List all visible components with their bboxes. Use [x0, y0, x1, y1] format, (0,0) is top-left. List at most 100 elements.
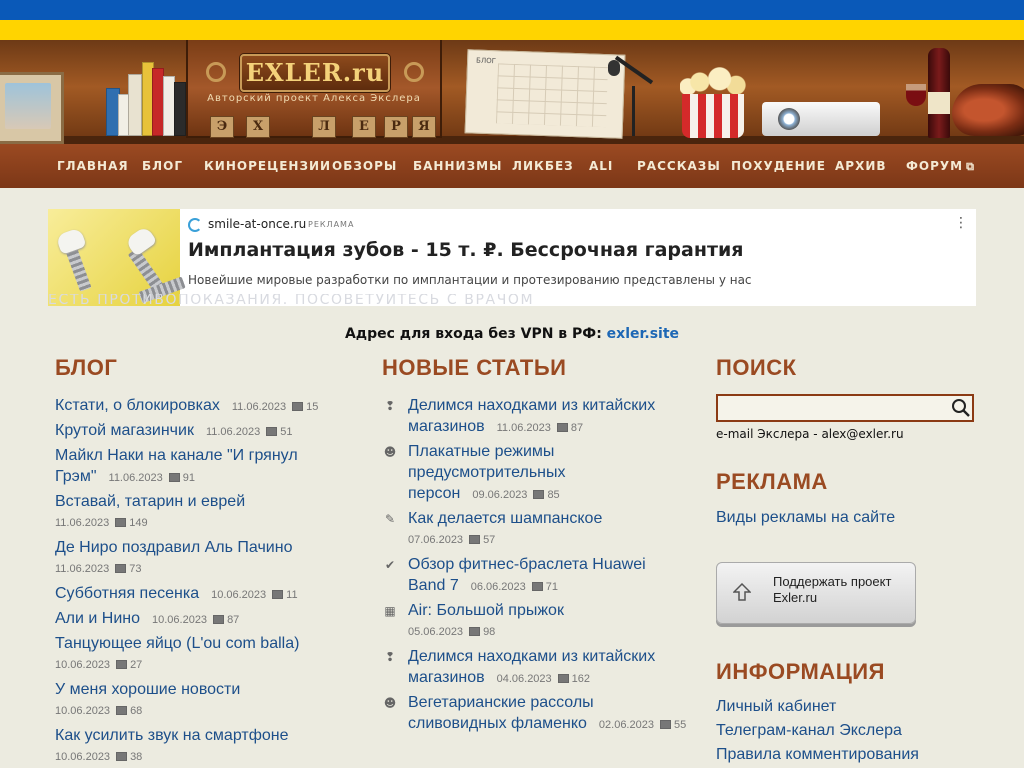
comment-count[interactable]: 68 — [130, 705, 142, 717]
calendar: БЛОГ — [464, 49, 626, 139]
author-email[interactable]: e-mail Экслера - alex@exler.ru — [716, 427, 904, 441]
comment-count[interactable]: 15 — [306, 401, 318, 413]
article-link-continued[interactable]: Band 7 — [408, 577, 459, 594]
comment-count[interactable]: 38 — [130, 751, 142, 763]
blog-post-link[interactable]: Крутой магазинчик — [55, 422, 194, 439]
info-link-rules[interactable]: Правила комментирования — [716, 746, 919, 764]
blog-post-link[interactable]: Кстати, о блокировках — [55, 397, 220, 414]
post-date: 10.06.2023 — [55, 705, 111, 717]
post-date: 10.06.2023 — [55, 751, 111, 763]
nav-item-reviews-movies[interactable]: Кинорецензии — [204, 144, 331, 188]
comment-icon — [292, 402, 304, 411]
article-link-line2[interactable]: Band 7 06.06.2023 71 — [408, 575, 688, 598]
blog-post-link[interactable]: У меня хорошие новости — [55, 681, 240, 698]
nav-item-likbez[interactable]: Ликбез — [512, 144, 574, 188]
info-link-telegram[interactable]: Телеграм-канал Экслера — [716, 722, 902, 740]
blog-post-link[interactable]: Субботняя песенка — [55, 585, 199, 602]
blog-post-link[interactable]: Вставай, татарин и еврей — [55, 493, 245, 510]
comment-count[interactable]: 162 — [572, 673, 590, 685]
header-banner: EXLER.ru Авторский проект Алекса Экслера… — [0, 40, 1024, 144]
article-meta: 05.06.2023 98 — [408, 622, 688, 643]
nav-item-stories[interactable]: Рассказы — [637, 144, 721, 188]
blog-post-link[interactable]: Де Ниро поздравил Аль Пачино — [55, 539, 292, 556]
comment-count[interactable]: 27 — [130, 659, 142, 671]
article-link[interactable]: Делимся находками из китайских — [408, 395, 688, 416]
blog-title[interactable]: Блог — [55, 355, 117, 381]
blog-post-link[interactable]: Танцующее яйцо (L'ou com balla) — [55, 635, 299, 652]
support-button[interactable]: Поддержать проект Exler.ru — [716, 562, 916, 624]
article-link-continued[interactable]: магазинов — [408, 669, 485, 686]
comment-count[interactable]: 55 — [674, 719, 686, 731]
post-date: 11.06.2023 — [55, 563, 110, 575]
nav-item-bannizms[interactable]: Баннизмы — [413, 144, 502, 188]
search-input[interactable] — [716, 394, 974, 422]
article-link[interactable]: Обзор фитнес-браслета Huawei — [408, 554, 688, 575]
comment-count[interactable]: 87 — [571, 422, 583, 434]
microphone-icon — [608, 60, 620, 76]
info-link-cabinet[interactable]: Личный кабинет — [716, 698, 836, 716]
article-link[interactable]: Плакатные режимы — [408, 441, 688, 462]
article-link[interactable]: Как делается шампанское — [408, 508, 688, 529]
article-link-line2[interactable]: магазинов 04.06.2023 162 — [408, 667, 688, 690]
blog-post: Крутой магазинчик 11.06.2023 51 — [55, 420, 355, 443]
comment-count[interactable]: 57 — [483, 534, 495, 546]
search-icon[interactable] — [951, 398, 971, 418]
blog-post-link[interactable]: Как усилить звук на смартфоне — [55, 727, 288, 744]
comment-icon — [116, 660, 128, 669]
letter-plaque: Я — [412, 116, 436, 138]
blog-post: Де Ниро поздравил Аль Пачино 11.06.2023 73 — [55, 537, 355, 580]
vpn-link[interactable]: exler.site — [607, 326, 679, 342]
site-logo[interactable]: EXLER.ru — [242, 58, 388, 87]
comment-count[interactable]: 85 — [547, 489, 559, 501]
wine-label — [928, 92, 950, 114]
blog-post-meta: 11.06.2023 149 — [55, 513, 355, 534]
article-link[interactable]: Вегетарианские рассолы — [408, 692, 688, 713]
articles-title[interactable]: Новые статьи — [382, 355, 566, 381]
nav-item-reviews[interactable]: Обзоры — [332, 144, 397, 188]
article-meta: 04.06.2023 162 — [497, 673, 590, 685]
more-options-icon[interactable]: ⋮ — [954, 215, 968, 231]
article-item: Обзор фитнес-браслета Huawei Band 7 06.06.… — [408, 554, 688, 598]
flag-stripe-blue — [0, 0, 1024, 20]
comment-count[interactable]: 11 — [286, 589, 297, 601]
comment-count[interactable]: 91 — [183, 472, 195, 484]
nav-item-archive[interactable]: Архив — [835, 144, 887, 188]
post-date: 11.06.2023 — [205, 426, 261, 438]
blog-post-meta: 10.06.2023 38 — [55, 747, 355, 768]
article-item: Вегетарианские рассолы сливовидных фламен… — [408, 692, 688, 736]
comment-count[interactable]: 149 — [129, 517, 147, 529]
letter-plaque: Л — [312, 116, 336, 138]
article-link-continued[interactable]: магазинов — [408, 418, 485, 435]
article-date: 02.06.2023 — [598, 719, 654, 731]
article-link-continued[interactable]: сливовидных фламенко — [408, 715, 587, 732]
nav-item-ali[interactable]: ALI — [589, 144, 613, 188]
ads-link[interactable]: Виды рекламы на сайте — [716, 509, 895, 527]
comment-count[interactable]: 73 — [129, 563, 141, 575]
ad-banner[interactable]: smile-at-once.ru РЕКЛАМА ⋮ Имплантация з… — [48, 209, 976, 306]
blog-post-meta: 10.06.2023 68 — [55, 701, 355, 722]
comment-count[interactable]: 51 — [280, 426, 292, 438]
article-link-line2[interactable]: магазинов 11.06.2023 87 — [408, 416, 688, 439]
blog-post: Кстати, о блокировках 11.06.2023 15 — [55, 395, 355, 418]
vpn-label: Адрес для входа без VPN в РФ: — [344, 326, 607, 342]
article-link[interactable]: Air: Большой прыжок — [408, 600, 688, 621]
comment-icon — [659, 720, 671, 729]
article-link-line2[interactable]: сливовидных фламенко 02.06.2023 55 — [408, 713, 688, 736]
article-meta: 02.06.2023 55 — [599, 719, 686, 731]
article-link[interactable]: Делимся находками из китайских — [408, 646, 688, 667]
ad-title[interactable]: Имплантация зубов - 15 т. ₽. Бессрочная … — [188, 239, 743, 261]
nav-item-blog[interactable]: Блог — [142, 144, 183, 188]
comment-count[interactable]: 71 — [546, 581, 558, 593]
article-category-icon: ✔ — [384, 558, 396, 572]
blog-post-meta: 10.06.2023 27 — [55, 655, 355, 676]
nav-item-weight-loss[interactable]: Похудение — [731, 144, 826, 188]
article-link-line2[interactable]: предусмотрительных персон 09.06.2023 85 — [408, 462, 688, 506]
ad-domain[interactable]: smile-at-once.ru — [208, 217, 306, 231]
article-date: 11.06.2023 — [496, 422, 551, 434]
comment-icon — [116, 706, 128, 715]
comment-count[interactable]: 98 — [483, 626, 495, 638]
comment-count[interactable]: 87 — [227, 614, 239, 626]
nav-item-home[interactable]: Главная — [57, 144, 129, 188]
nav-item-forum[interactable]: Форум ⧉ — [906, 144, 975, 188]
blog-post-link[interactable]: Али и Нино — [55, 610, 140, 627]
